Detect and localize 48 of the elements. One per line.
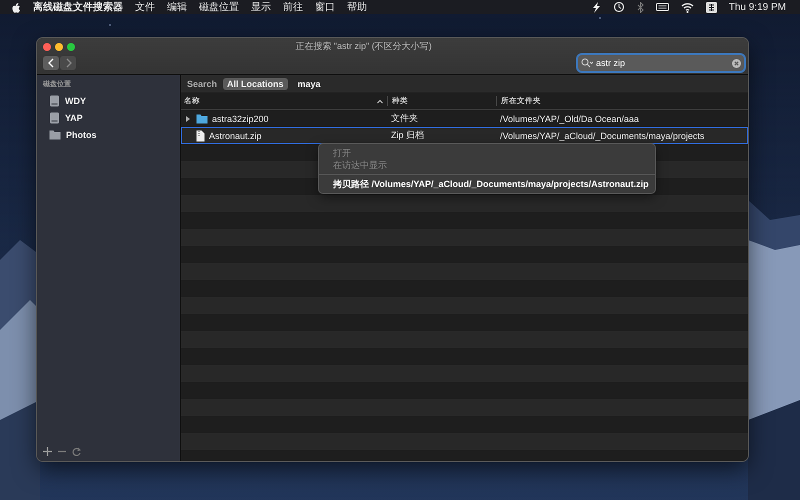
- clear-icon[interactable]: [732, 58, 741, 68]
- menu-item[interactable]: 窗口: [315, 0, 335, 14]
- sidebar-item[interactable]: YAP: [43, 109, 180, 126]
- add-icon[interactable]: [43, 446, 52, 456]
- input-method-icon[interactable]: [706, 2, 717, 12]
- back-icon: [48, 58, 54, 68]
- table-cell: 文件夹: [391, 112, 418, 125]
- sidebar-item[interactable]: Photos: [43, 126, 180, 143]
- table-cell: astra32zip200: [212, 114, 269, 124]
- bolt-icon[interactable]: [592, 2, 601, 12]
- forward-icon: [64, 58, 72, 68]
- forward-button[interactable]: [60, 56, 76, 70]
- zoom-button[interactable]: [67, 42, 75, 50]
- apple-logo-icon[interactable]: [12, 2, 21, 12]
- menu-item[interactable]: 磁盘位置: [199, 0, 239, 14]
- zip-file-icon: [196, 130, 205, 142]
- scope-button[interactable]: All Locations: [223, 78, 288, 90]
- search-icon: [581, 58, 593, 68]
- table-row[interactable]: Astronaut.zip Zip 归档 /Volumes/YAP/_aCloud/_Documents/maya/projects: [181, 127, 748, 144]
- table-cell: Astronaut.zip: [209, 130, 262, 140]
- disclosure-triangle-icon[interactable]: [184, 116, 192, 122]
- folder-icon: [49, 129, 61, 140]
- menu-item[interactable]: 帮助: [347, 0, 367, 14]
- table-row[interactable]: astra32zip200 文件夹 /Volumes/YAP/_Old/Da Ocean/aaa: [181, 110, 748, 127]
- menu-item[interactable]: 前往: [283, 0, 303, 14]
- refresh-icon[interactable]: [72, 446, 81, 456]
- menu-item[interactable]: 文件: [135, 0, 155, 14]
- back-button[interactable]: [43, 56, 59, 70]
- keyboard-icon[interactable]: [656, 2, 669, 12]
- table-cell: Zip 归档: [391, 129, 424, 142]
- menu-item[interactable]: 显示: [251, 0, 271, 14]
- table-cell: /Volumes/YAP/_Old/Da Ocean/aaa: [500, 114, 639, 124]
- search-field[interactable]: astr zip: [578, 55, 744, 71]
- scope-button[interactable]: maya: [294, 78, 325, 90]
- bluetooth-icon[interactable]: [636, 2, 644, 12]
- menu-item[interactable]: 编辑: [167, 0, 187, 14]
- window-title: 正在搜索 "astr zip" (不区分大小写): [294, 40, 433, 53]
- table-cell: /Volumes/YAP/_aCloud/_Documents/maya/projects: [500, 130, 704, 140]
- app-menu[interactable]: 离线磁盘文件搜索器: [33, 0, 123, 14]
- wifi-icon[interactable]: [680, 2, 694, 12]
- folder-icon: [196, 113, 208, 124]
- menu-item[interactable]: 拷贝路径 /Volumes/YAP/_aCloud/_Documents/maya/projects/Astronaut.zip: [319, 178, 655, 190]
- scope-label: Search: [187, 78, 218, 88]
- minimize-button[interactable]: [55, 42, 63, 50]
- clock-icon[interactable]: [612, 1, 625, 13]
- sidebar-item[interactable]: WDY: [43, 92, 180, 109]
- menu-clock[interactable]: Thu 9:19 PM: [728, 2, 786, 12]
- close-button[interactable]: [43, 42, 51, 50]
